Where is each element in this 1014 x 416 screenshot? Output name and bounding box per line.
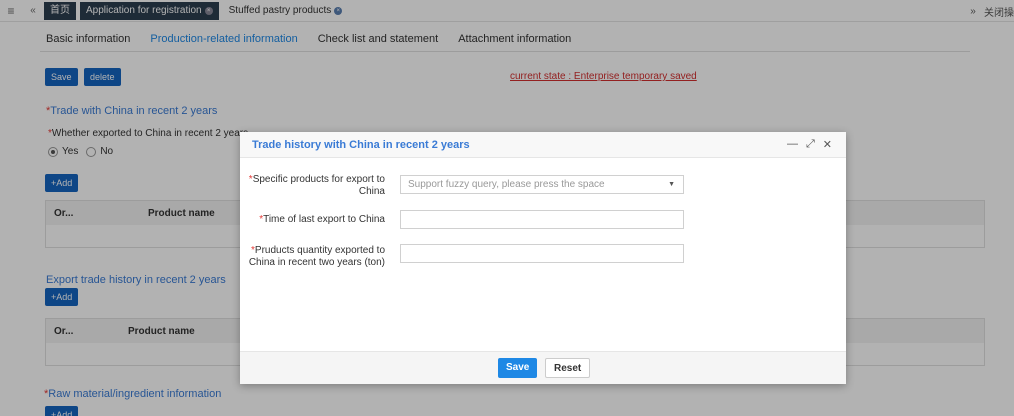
modal-header: Trade history with China in recent 2 yea… xyxy=(240,132,846,158)
field-label-text: Pruducts quantity exported to China in r… xyxy=(248,245,385,268)
modal-title: Trade history with China in recent 2 yea… xyxy=(252,138,470,151)
modal-save-button[interactable]: Save xyxy=(498,358,538,378)
modal-footer: Save Reset xyxy=(240,351,846,384)
chevron-down-icon[interactable]: ▼ xyxy=(668,176,675,193)
field-label: *Time of last export to China xyxy=(259,214,385,225)
modal-controls: — ⤢ ✕ xyxy=(787,138,832,151)
trade-history-modal: Trade history with China in recent 2 yea… xyxy=(240,132,846,384)
modal-body: *Specific products for export to China S… xyxy=(240,159,846,351)
maximize-icon[interactable]: ⤢ xyxy=(806,138,815,151)
field-label-text: Specific products for export to China xyxy=(252,174,385,197)
last-export-time-input[interactable] xyxy=(400,210,684,229)
quantity-input[interactable] xyxy=(400,244,684,263)
field-label-text: Time of last export to China xyxy=(263,214,385,225)
close-icon[interactable]: ✕ xyxy=(823,138,832,151)
field-label: *Specific products for export to China xyxy=(248,174,385,197)
minimize-icon[interactable]: — xyxy=(787,138,798,151)
product-select[interactable]: Support fuzzy query, please press the sp… xyxy=(400,175,684,194)
product-select-placeholder: Support fuzzy query, please press the sp… xyxy=(408,179,605,190)
modal-reset-button[interactable]: Reset xyxy=(545,358,591,378)
field-label: *Pruducts quantity exported to China in … xyxy=(248,245,385,268)
